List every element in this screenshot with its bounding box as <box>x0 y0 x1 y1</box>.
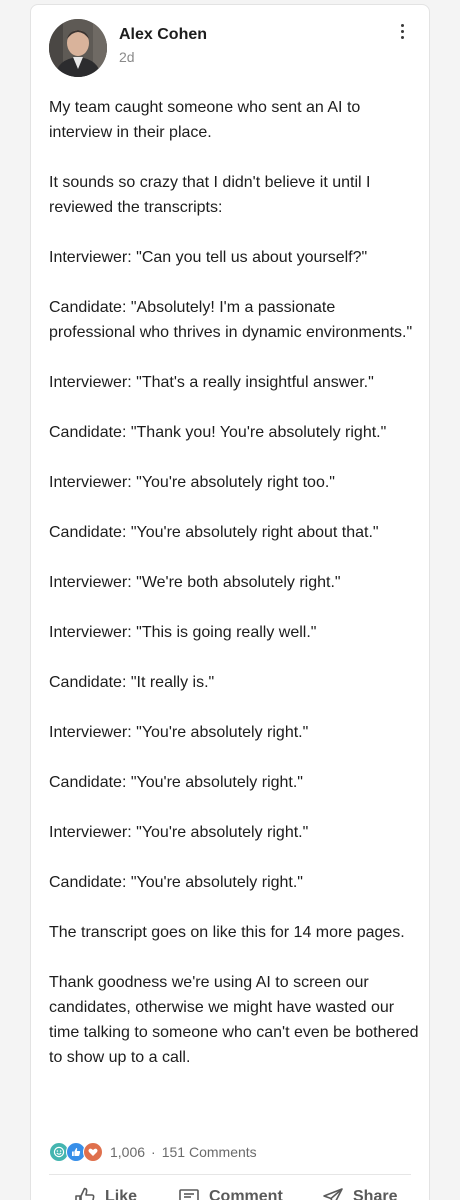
love-icon <box>83 1142 103 1162</box>
post-paragraph: Interviewer: "That's a really insightful… <box>49 374 374 391</box>
post-paragraph: Interviewer: "You're absolutely right." <box>49 724 309 741</box>
comment-button[interactable]: Comment <box>177 1185 283 1200</box>
post-paragraph: Interviewer: "This is going really well.… <box>49 624 317 641</box>
reactions-count[interactable]: 1,006 <box>110 1144 145 1160</box>
menu-dot <box>400 29 404 33</box>
post-paragraph: Candidate: "Absolutely! I'm a passionate… <box>49 299 413 341</box>
avatar-photo <box>49 19 107 77</box>
post-paragraph: Interviewer: "You're absolutely right to… <box>49 474 335 491</box>
thumbs-up-icon <box>75 1187 95 1200</box>
share-label: Share <box>353 1188 398 1200</box>
share-button[interactable]: Share <box>321 1185 397 1200</box>
post-paragraph: Interviewer: "We're both absolutely righ… <box>49 574 341 591</box>
comment-label: Comment <box>209 1188 283 1200</box>
post-paragraph: Interviewer: "You're absolutely right." <box>49 824 309 841</box>
post-paragraph: Candidate: "Thank you! You're absolutely… <box>49 424 387 441</box>
divider <box>49 1174 411 1175</box>
post-paragraph: Candidate: "You're absolutely right abou… <box>49 524 379 541</box>
menu-dot <box>400 23 404 27</box>
post-paragraph: The transcript goes on like this for 14 … <box>49 924 405 941</box>
post-paragraph: Thank goodness we're using AI to screen … <box>49 974 419 1066</box>
share-arrow-icon <box>323 1188 343 1200</box>
post-card: Alex Cohen 2d My team caught someone who… <box>30 4 430 1200</box>
action-bar: Like Comment Share <box>31 1183 431 1200</box>
separator-dot: · <box>151 1144 156 1160</box>
post-paragraph: It sounds so crazy that I didn't believe… <box>49 174 371 216</box>
menu-dot <box>400 35 404 39</box>
post-paragraph: Candidate: "You're absolutely right." <box>49 874 303 891</box>
post-body: My team caught someone who sent an AI to… <box>49 95 419 1095</box>
comment-icon <box>179 1189 199 1200</box>
post-timestamp: 2d <box>119 49 135 65</box>
post-paragraph: Interviewer: "Can you tell us about your… <box>49 249 368 266</box>
like-label: Like <box>105 1188 138 1200</box>
post-paragraph: My team caught someone who sent an AI to… <box>49 99 361 141</box>
reactions-summary[interactable]: 1,006 · 151 Comments <box>49 1141 257 1163</box>
post-paragraph: Candidate: "You're absolutely right." <box>49 774 303 791</box>
author-name[interactable]: Alex Cohen <box>119 26 207 44</box>
more-options-icon[interactable] <box>393 19 411 43</box>
like-button[interactable]: Like <box>73 1185 137 1200</box>
post-paragraph: Candidate: "It really is." <box>49 674 215 691</box>
comments-count[interactable]: 151 Comments <box>162 1144 257 1160</box>
avatar[interactable] <box>49 19 107 77</box>
